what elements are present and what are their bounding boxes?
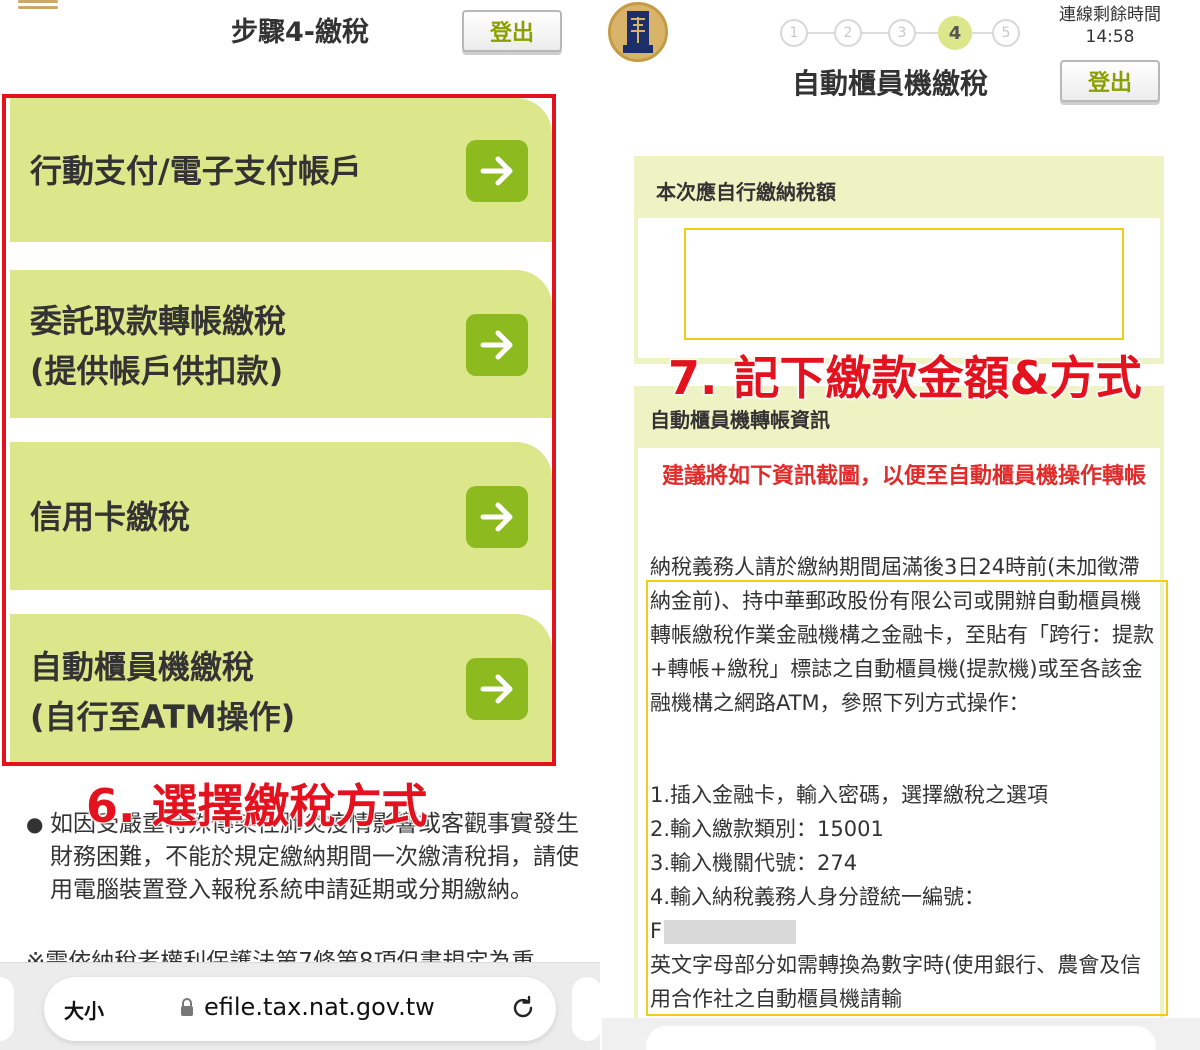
step-3: 3 — [888, 19, 916, 47]
step-connector — [860, 32, 890, 34]
session-timer: 連線剩餘時間 14:58 — [1054, 4, 1166, 48]
option-label: 委託取款轉帳繳稅 (提供帳戶供扣款) — [30, 296, 286, 396]
url-text: efile.tax.nat.gov.tw — [204, 993, 435, 1021]
step-4-active: 4 — [938, 16, 972, 50]
page-title: 自動櫃員機繳稅 — [792, 67, 989, 100]
instruction-highlight-box — [646, 580, 1168, 1016]
bullet-icon: ● — [26, 812, 44, 836]
arrow-right-icon[interactable] — [466, 314, 528, 376]
step-2: 2 — [834, 19, 862, 47]
option-label-line2: (提供帳戶供扣款) — [30, 352, 284, 390]
address-bar[interactable] — [646, 1026, 1156, 1050]
option-label: 行動支付/電子支付帳戶 — [30, 152, 362, 190]
annotation-step-6: 6. 選擇繳稅方式 — [85, 778, 428, 834]
arrow-right-icon[interactable] — [466, 658, 528, 720]
option-mobile-payment[interactable]: 行動支付/電子支付帳戶 — [10, 98, 552, 242]
lock-icon — [180, 998, 194, 1016]
option-label-line1: 自動櫃員機繳稅 — [30, 648, 255, 686]
step-5: 5 — [992, 19, 1020, 47]
annotation-step-7: 7. 記下繳款金額&方式 — [667, 350, 1143, 406]
timer-value: 14:58 — [1085, 27, 1135, 47]
step-connector — [914, 32, 940, 34]
amount-highlight-box — [684, 228, 1124, 340]
option-credit-card[interactable]: 信用卡繳稅 — [10, 442, 552, 590]
step-connector — [806, 32, 836, 34]
browser-toolbar: 大小 efile.tax.nat.gov.tw — [0, 962, 600, 1050]
step-1: 1 — [780, 19, 808, 47]
option-label: 信用卡繳稅 — [30, 498, 191, 536]
option-label-line1: 委託取款轉帳繳稅 — [30, 302, 287, 340]
screenshot-warning: 建議將如下資訊截圖，以便至自動櫃員機操作轉帳 — [661, 464, 1146, 489]
government-seal-icon — [608, 2, 668, 62]
amount-header: 本次應自行繳納稅額 — [656, 180, 836, 204]
text-size-button[interactable]: 大小 — [64, 995, 104, 1024]
transfer-header: 自動櫃員機轉帳資訊 — [650, 408, 830, 432]
payment-options-highlight: 行動支付/電子支付帳戶 委託取款轉帳繳稅 (提供帳戶供扣款) 信用卡繳稅 自動櫃… — [2, 94, 556, 766]
timer-label: 連線剩餘時間 — [1059, 5, 1161, 25]
address-bar[interactable]: 大小 efile.tax.nat.gov.tw — [44, 977, 556, 1041]
arrow-right-icon[interactable] — [466, 486, 528, 548]
reload-icon[interactable] — [508, 993, 538, 1023]
logout-button[interactable]: 登出 — [462, 10, 562, 52]
browser-toolbar — [602, 1018, 1200, 1050]
option-label-line2: (自行至ATM操作) — [30, 698, 296, 736]
option-label: 自動櫃員機繳稅 (自行至ATM操作) — [30, 642, 295, 742]
right-screenshot: 1 2 3 4 5 連線剩餘時間 14:58 自動櫃員機繳稅 登出 本次應自行繳… — [602, 0, 1200, 1050]
logout-button[interactable]: 登出 — [1060, 60, 1160, 102]
option-account-debit[interactable]: 委託取款轉帳繳稅 (提供帳戶供扣款) — [10, 270, 552, 418]
tab-edge — [572, 977, 600, 1041]
tab-edge — [0, 977, 14, 1041]
left-screenshot: 步驟4-繳稅 登出 行動支付/電子支付帳戶 委託取款轉帳繳稅 (提供帳戶供扣款)… — [0, 0, 600, 1050]
arrow-right-icon[interactable] — [466, 140, 528, 202]
option-atm[interactable]: 自動櫃員機繳稅 (自行至ATM操作) — [10, 614, 552, 762]
